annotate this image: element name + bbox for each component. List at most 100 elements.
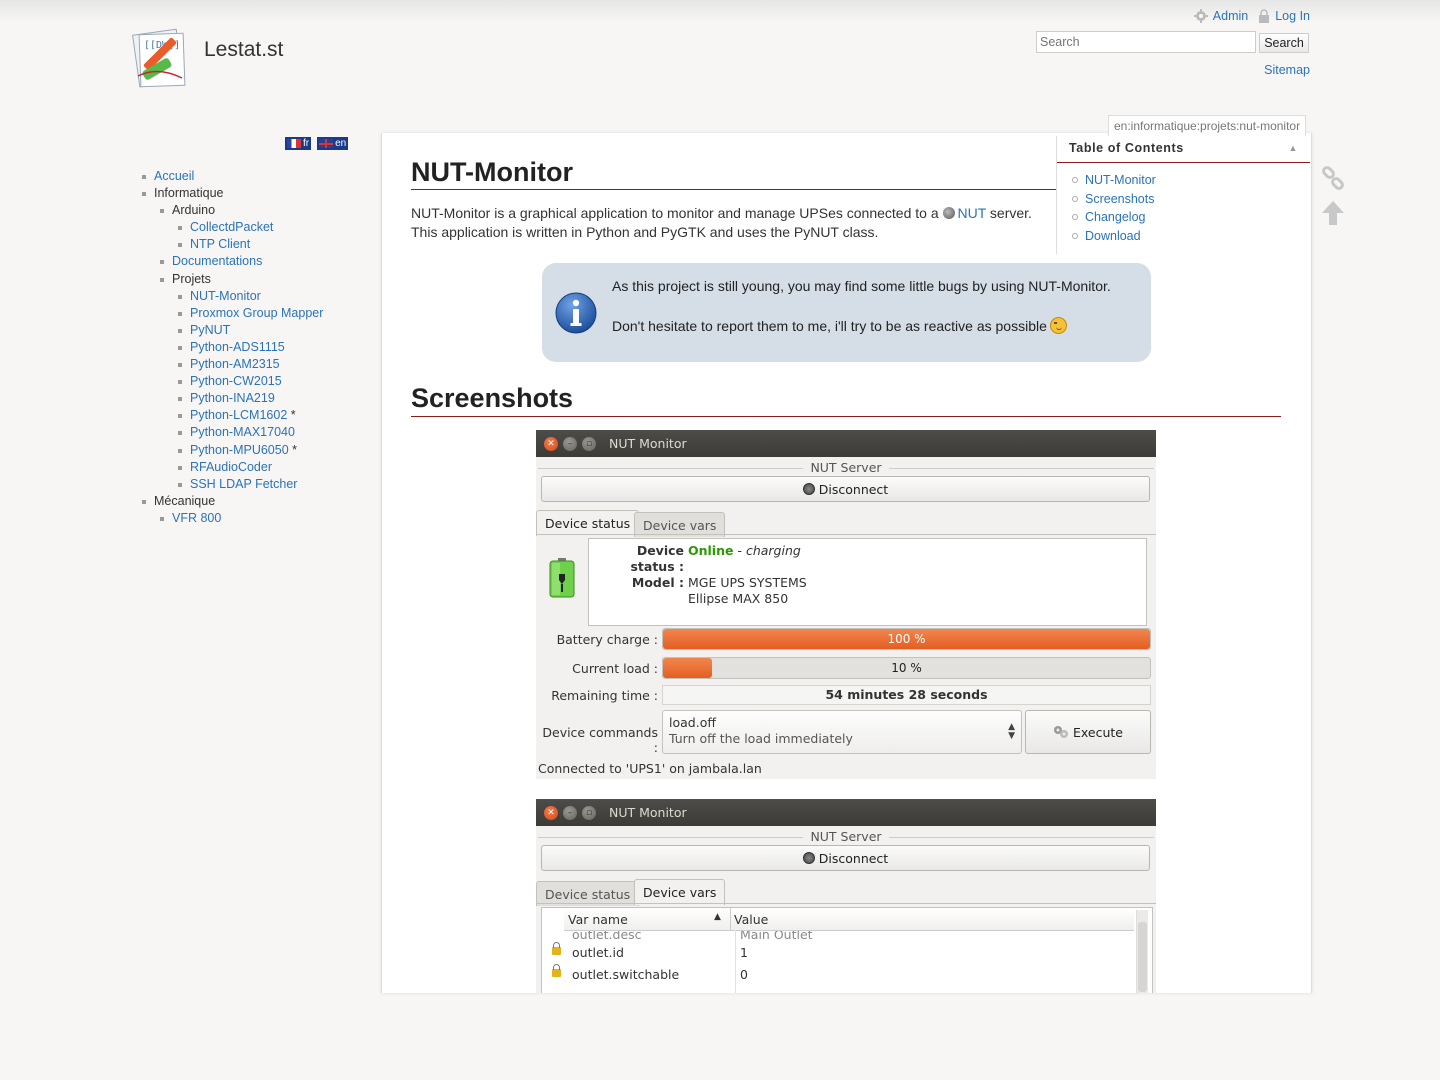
nav-ssh-ldap-fetcher[interactable]: SSH LDAP Fetcher <box>190 477 297 491</box>
battery-charging-icon <box>549 558 575 598</box>
table-row: outlet.id 1 <box>542 942 1134 964</box>
dokuwiki-logo[interactable]: [[DW]] <box>128 26 196 94</box>
plug-icon <box>802 852 815 864</box>
vertical-scrollbar <box>1136 910 1148 993</box>
note-line-2: Don't hesitate to report them to me, i'l… <box>612 317 1067 334</box>
nav-arduino: Arduino <box>172 203 216 218</box>
disconnect-button: Disconnect <box>541 476 1150 502</box>
nav-python-mpu6050[interactable]: Python-MPU6050 <box>190 443 289 457</box>
nav-proxmox-group-mapper[interactable]: Proxmox Group Mapper <box>190 306 323 320</box>
search-button[interactable]: Search <box>1259 33 1309 53</box>
command-name: load.off <box>669 715 716 730</box>
tab-bar: Device status Device vars <box>536 510 1156 537</box>
battery-charge-bar: 100 % <box>662 628 1151 650</box>
uk-flag-icon <box>319 139 334 148</box>
nav-vfr-800[interactable]: VFR 800 <box>172 511 221 525</box>
status-bar-text: Connected to 'UPS1' on jambala.lan <box>538 761 762 776</box>
tab-device-status: Device status <box>536 510 640 536</box>
device-commands-label: Device commands : <box>542 725 658 755</box>
admin-link[interactable]: Admin <box>1193 9 1248 23</box>
french-flag-icon <box>287 139 301 148</box>
close-icon: ✕ <box>544 805 558 820</box>
intro-text-end: server. <box>986 205 1032 221</box>
toc-item[interactable]: Changelog <box>1085 210 1145 224</box>
frame-label: NUT Server <box>536 830 1156 844</box>
back-to-top-icon[interactable] <box>1320 199 1346 227</box>
window-titlebar: ✕ – ▫ NUT Monitor <box>536 799 1156 826</box>
nav-nut-monitor[interactable]: NUT-Monitor <box>190 289 261 303</box>
nav-mecanique: Mécanique <box>154 493 216 508</box>
execute-label: Execute <box>1073 724 1123 740</box>
screenshot-device-vars[interactable]: ✕ – ▫ NUT Monitor NUT Server Disconnect … <box>536 799 1156 993</box>
page-tools <box>1320 166 1346 230</box>
var-value: 0 <box>740 967 748 982</box>
note-line-1: As this project is still young, you may … <box>612 278 1111 294</box>
var-name: outlet.id <box>572 945 624 960</box>
backlinks-icon[interactable] <box>1320 166 1346 192</box>
lang-en-label: en <box>335 138 347 149</box>
nav-documentations[interactable]: Documentations <box>172 254 262 268</box>
window-titlebar: ✕ – ▫ NUT Monitor <box>536 430 1156 457</box>
sitemap-link[interactable]: Sitemap <box>1264 63 1310 77</box>
nav-python-am2315[interactable]: Python-AM2315 <box>190 357 280 371</box>
intro-text: NUT-Monitor is a graphical application t… <box>411 205 943 221</box>
disconnect-label: Disconnect <box>818 481 889 497</box>
intro-paragraph: NUT-Monitor is a graphical application t… <box>411 204 1071 242</box>
toc-item[interactable]: Screenshots <box>1085 192 1154 206</box>
current-load-label: Current load : <box>572 661 658 676</box>
table-of-contents: Table of Contents ▲ NUT-Monitor Screensh… <box>1056 136 1310 254</box>
toc-item[interactable]: Download <box>1085 229 1141 243</box>
site-title[interactable]: Lestat.st <box>204 38 283 62</box>
lang-fr[interactable]: fr <box>285 137 312 150</box>
heading-rule <box>411 416 1281 417</box>
info-icon <box>555 292 597 334</box>
nut-link[interactable]: NUT <box>958 205 987 221</box>
frame-label: NUT Server <box>536 461 1156 475</box>
section-title-screenshots: Screenshots <box>411 383 574 413</box>
login-link[interactable]: Log In <box>1258 9 1310 23</box>
window-title: NUT Monitor <box>609 436 687 451</box>
search-input[interactable] <box>1036 31 1256 53</box>
nav-accueil[interactable]: Accueil <box>154 169 194 183</box>
language-switcher: fr en <box>285 137 349 150</box>
toc-item[interactable]: NUT-Monitor <box>1085 173 1156 187</box>
admin-label[interactable]: Admin <box>1213 9 1248 23</box>
lock-icon <box>552 942 561 955</box>
nav-informatique: Informatique <box>154 186 224 201</box>
maximize-icon: ▫ <box>582 805 596 820</box>
nav-ntp-client[interactable]: NTP Client <box>190 237 250 251</box>
nav-python-max17040[interactable]: Python-MAX17040 <box>190 425 295 439</box>
sort-ascending-icon: ▲ <box>714 912 721 922</box>
globe-icon <box>942 207 955 219</box>
gears-icon <box>1054 726 1068 738</box>
status-sep: - <box>733 543 746 558</box>
nav-pynut[interactable]: PyNUT <box>190 323 230 337</box>
gear-icon <box>1193 9 1208 23</box>
plug-icon <box>802 483 815 495</box>
heading-rule <box>411 189 1056 190</box>
current-load-text: 10 % <box>891 661 922 675</box>
nav-python-lcm1602[interactable]: Python-LCM1602 <box>190 408 287 422</box>
screenshot-device-status[interactable]: ✕ – ▫ NUT Monitor NUT Server Disconnect … <box>536 430 1156 779</box>
nav-collectdpacket[interactable]: CollectdPacket <box>190 220 273 234</box>
battery-charge-label: Battery charge : <box>556 632 658 647</box>
toc-title: Table of Contents <box>1069 141 1184 155</box>
col-var-name: Var name <box>568 912 628 927</box>
execute-button: Execute <box>1025 710 1151 754</box>
nav-python-ads1115[interactable]: Python-ADS1115 <box>190 340 285 354</box>
login-label[interactable]: Log In <box>1275 9 1310 23</box>
tab-divider <box>536 903 1156 904</box>
lang-en[interactable]: en <box>317 137 349 150</box>
device-info-box: Device status : Online - charging Model … <box>588 538 1147 626</box>
nav-python-ina219[interactable]: Python-INA219 <box>190 391 275 405</box>
minimize-icon: – <box>563 805 577 820</box>
disconnect-label: Disconnect <box>818 850 889 866</box>
nav-star: * <box>290 408 296 423</box>
toc-header[interactable]: Table of Contents ▲ <box>1057 136 1310 163</box>
close-icon: ✕ <box>544 436 558 451</box>
intro-line2: This application is written in Python an… <box>411 224 879 240</box>
nav-python-cw2015[interactable]: Python-CW2015 <box>190 374 282 388</box>
nav-star: * <box>292 442 298 457</box>
nav-rfaudiocoder[interactable]: RFAudioCoder <box>190 460 272 474</box>
collapse-icon[interactable]: ▲ <box>1288 136 1298 160</box>
